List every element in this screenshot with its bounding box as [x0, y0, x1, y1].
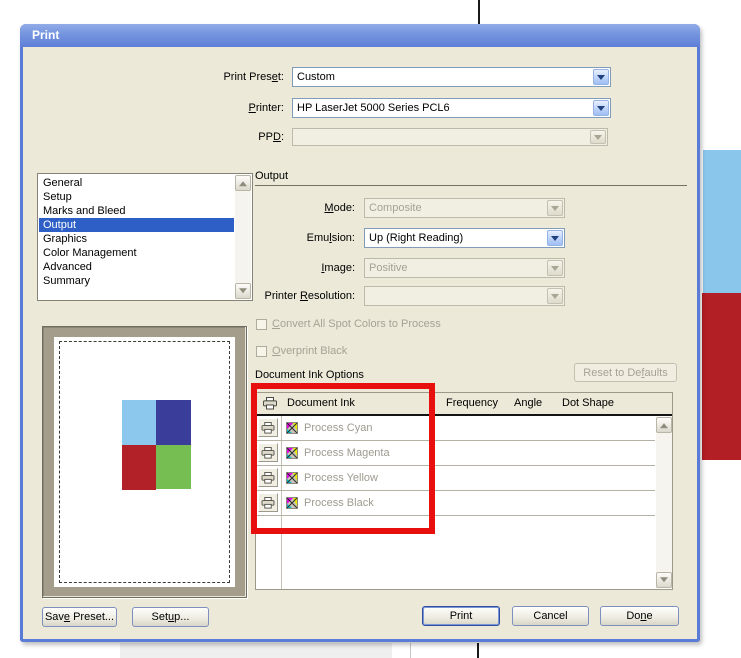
print-dialog: Print Print Preset: Custom Printer: HP L… — [20, 24, 700, 642]
convert-spot-checkbox — [256, 319, 267, 330]
printer-resolution-select — [364, 286, 565, 306]
sidebar-item-color-management[interactable]: Color Management — [39, 246, 234, 260]
chevron-up-icon — [239, 181, 247, 186]
image-select: Positive — [364, 258, 565, 278]
printer-resolution-label: Printer Resolution: — [195, 286, 355, 306]
chevron-down-icon — [551, 206, 559, 211]
chevron-down-icon — [597, 75, 605, 80]
printer-resolution-value — [369, 287, 545, 305]
emulsion-dropdown-button[interactable] — [547, 230, 563, 246]
cancel-button[interactable]: Cancel — [512, 606, 589, 626]
mode-value: Composite — [369, 199, 545, 217]
image-value: Positive — [369, 259, 545, 277]
preview-rect-red — [122, 445, 156, 490]
preview-page — [54, 337, 235, 587]
sidebar-item-output[interactable]: Output — [39, 218, 234, 232]
screen: Print Print Preset: Custom Printer: HP L… — [0, 0, 741, 658]
overprint-black-label: Overprint Black — [272, 345, 347, 358]
printer-resolution-dropdown-button — [547, 288, 563, 304]
chevron-down-icon — [551, 236, 559, 241]
emulsion-select[interactable]: Up (Right Reading) — [364, 228, 565, 248]
image-label: Image: — [215, 258, 355, 278]
mode-dropdown-button — [547, 200, 563, 216]
dialog-title: Print — [20, 24, 700, 47]
printer-value: HP LaserJet 5000 Series PCL6 — [297, 99, 591, 117]
reset-to-defaults-button: Reset to Defaults — [574, 363, 677, 382]
sidebar-item-marks-and-bleed[interactable]: Marks and Bleed — [39, 204, 234, 218]
ppd-dropdown-button — [590, 130, 606, 144]
image-dropdown-button — [547, 260, 563, 276]
scroll-up-button[interactable] — [235, 175, 251, 191]
ink-options-title: Document Ink Options — [255, 369, 364, 381]
pasteboard-strip — [120, 643, 392, 658]
printer-select[interactable]: HP LaserJet 5000 Series PCL6 — [292, 98, 611, 118]
preview-rect-light-blue — [122, 400, 156, 445]
ppd-select — [292, 128, 608, 146]
chevron-down-icon — [551, 266, 559, 271]
annotation-rectangle — [251, 383, 435, 534]
document-red-rect — [702, 293, 741, 460]
print-preset-value: Custom — [297, 68, 591, 86]
chevron-down-icon — [597, 106, 605, 111]
ppd-value — [297, 129, 588, 145]
page-edge-line — [410, 643, 411, 658]
chevron-down-icon — [660, 577, 668, 582]
column-dot-shape: Dot Shape — [562, 393, 614, 414]
emulsion-value: Up (Right Reading) — [369, 229, 545, 247]
scroll-up-button[interactable] — [656, 417, 672, 433]
save-preset-button[interactable]: Save Preset... — [42, 607, 117, 627]
printer-label: Printer: — [134, 98, 284, 118]
sidebar-item-setup[interactable]: Setup — [39, 190, 234, 204]
page-guide-line-top — [478, 0, 480, 24]
output-section-header: Output — [255, 170, 687, 186]
chevron-down-icon — [551, 294, 559, 299]
document-blue-rect — [703, 150, 741, 293]
print-preset-select[interactable]: Custom — [292, 67, 611, 87]
page-guide-line-bottom — [477, 643, 479, 658]
preview-rect-dark-blue — [156, 400, 191, 445]
setup-button[interactable]: Setup... — [132, 607, 209, 627]
emulsion-label: Emulsion: — [215, 228, 355, 248]
ppd-label: PPD: — [134, 127, 284, 147]
mode-label: Mode: — [215, 198, 355, 218]
mode-select: Composite — [364, 198, 565, 218]
dialog-body: Print Preset: Custom Printer: HP LaserJe… — [20, 47, 694, 639]
chevron-up-icon — [660, 423, 668, 428]
ink-table-scrollbar[interactable] — [656, 417, 672, 588]
column-frequency: Frequency — [446, 393, 498, 414]
column-angle: Angle — [514, 393, 542, 414]
done-button[interactable]: Done — [600, 606, 679, 626]
printer-dropdown-button[interactable] — [593, 100, 609, 116]
sidebar-item-advanced[interactable]: Advanced — [39, 260, 234, 274]
print-preset-label: Print Preset: — [134, 67, 284, 87]
chevron-down-icon — [594, 135, 602, 140]
convert-spot-label: Convert All Spot Colors to Process — [272, 318, 441, 331]
sidebar-item-general[interactable]: General — [39, 176, 234, 190]
preview-rect-green — [156, 445, 191, 489]
print-preset-dropdown-button[interactable] — [593, 69, 609, 85]
scroll-down-button[interactable] — [656, 572, 672, 588]
print-button[interactable]: Print — [422, 606, 500, 626]
overprint-black-checkbox — [256, 346, 267, 357]
print-preview-pane — [42, 326, 247, 598]
sidebar-item-graphics[interactable]: Graphics — [39, 232, 234, 246]
